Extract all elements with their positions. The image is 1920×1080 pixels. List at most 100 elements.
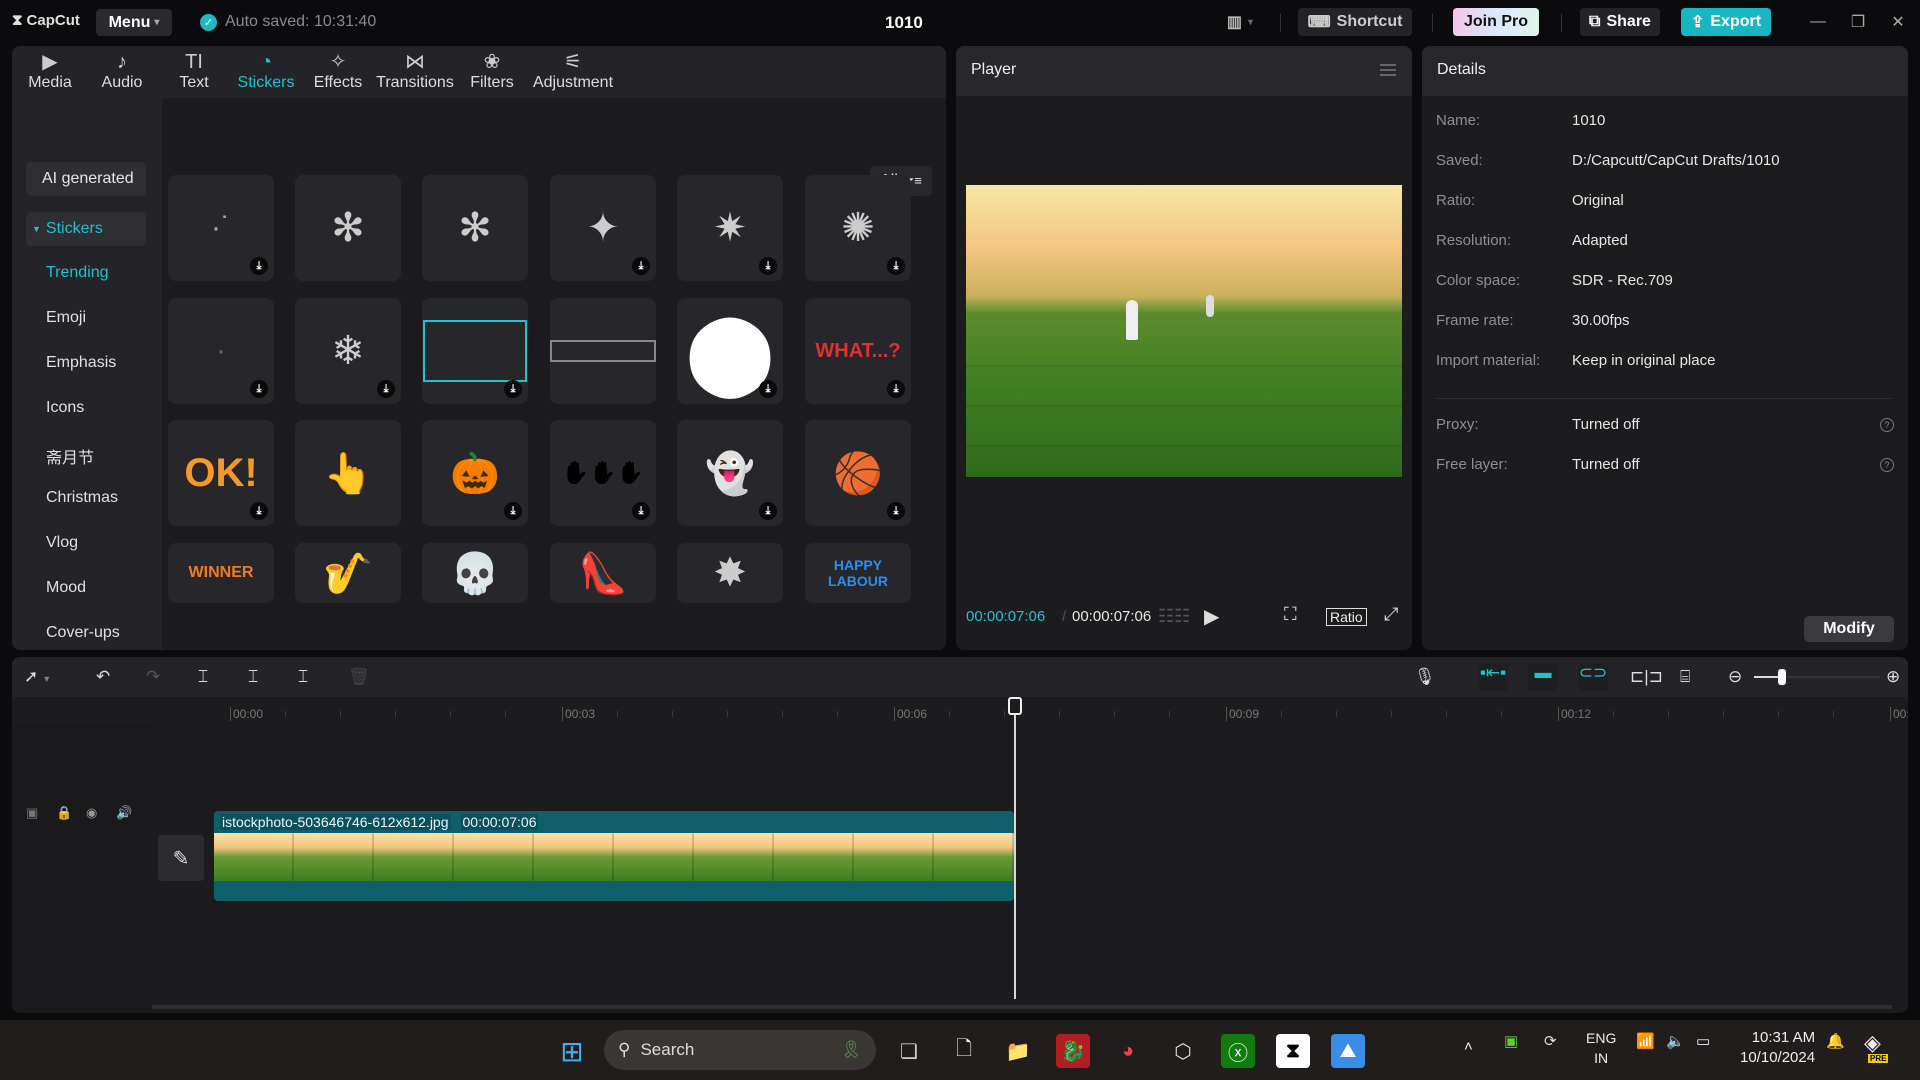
tab-text[interactable]: TI Text [158, 46, 230, 98]
delete-button[interactable]: 🗑 [348, 667, 370, 687]
sticker-sparkle-dots[interactable]: ·˙ ⤓ [168, 175, 274, 281]
category-3[interactable]: Icons [46, 399, 84, 417]
share-button[interactable]: ⧉ Share [1580, 8, 1660, 36]
category-2[interactable]: Emphasis [46, 354, 116, 372]
language-indicator[interactable]: ENG IN [1586, 1028, 1616, 1068]
sticker-white-globe[interactable]: ⬤ ⤓ [677, 298, 783, 404]
sticker-snowflake-glow-2[interactable]: ✻ [422, 175, 528, 281]
category-4[interactable]: 斋月节 [46, 444, 94, 468]
tab-audio[interactable]: ♪ Audio [86, 46, 158, 98]
shortcut-button[interactable]: ⌨ Shortcut [1298, 8, 1412, 36]
stickers-group-toggle[interactable]: ▼ Stickers [26, 212, 146, 246]
xbox-app[interactable]: ⓧ [1221, 1034, 1255, 1068]
download-icon[interactable]: ⤓ [759, 380, 777, 398]
sticker-soft-sparkle[interactable]: ✺ ⤓ [805, 175, 911, 281]
notifications-icon[interactable]: 🔔 [1826, 1032, 1845, 1050]
zoom-preview-button[interactable]: ⛶ [1284, 604, 1297, 625]
volume-icon[interactable]: 🔈 [1666, 1032, 1685, 1050]
zoom-out-button[interactable]: ⊖ [1728, 667, 1742, 687]
download-icon[interactable]: ⤓ [250, 502, 268, 520]
download-icon[interactable]: ⤓ [759, 502, 777, 520]
clock[interactable]: 10:31 AM 10/10/2024 [1740, 1028, 1815, 1068]
file-explorer-app[interactable]: 📁 [1001, 1034, 1035, 1068]
category-5[interactable]: Christmas [46, 489, 118, 507]
category-1[interactable]: Emoji [46, 309, 86, 327]
fullscreen-button[interactable]: ⤢ [1384, 604, 1398, 625]
playhead[interactable] [1014, 701, 1016, 999]
close-button[interactable]: ✕ [1884, 8, 1912, 36]
select-tool-button[interactable]: ➚ ▾ [24, 667, 49, 687]
sticker-pumpkin[interactable]: 🎃 ⤓ [422, 420, 528, 526]
sticker-basketball-hoop[interactable]: 🏀 ⤓ [805, 420, 911, 526]
help-icon[interactable]: ? [1880, 458, 1894, 472]
nvidia-tray-icon[interactable]: ▣ [1504, 1032, 1518, 1050]
download-icon[interactable]: ⤓ [887, 502, 905, 520]
ai-generated-button[interactable]: AI generated [26, 162, 146, 196]
slider-handle[interactable] [1777, 669, 1786, 685]
sticker-statue-crown[interactable]: ✸ [677, 543, 783, 603]
trim-left-button[interactable]: ⌶ [248, 667, 258, 687]
split-preview-button[interactable]: ⊏|⊐ [1630, 667, 1663, 687]
lock-icon[interactable]: 🔒 [56, 805, 72, 821]
download-icon[interactable]: ⤓ [250, 257, 268, 275]
undo-button[interactable]: ↶ [96, 667, 110, 687]
sticker-skull[interactable]: 💀 [422, 543, 528, 603]
download-icon[interactable]: ⤓ [632, 502, 650, 520]
record-audio-button[interactable]: 🎙 [1414, 667, 1436, 687]
sticker-star-sparkle[interactable]: ✦ ⤓ [550, 175, 656, 281]
download-icon[interactable]: ⤓ [377, 380, 395, 398]
tab-stickers[interactable]: ◔ Stickers [230, 46, 302, 98]
unity-app[interactable]: ⬡ [1166, 1034, 1200, 1068]
sticker-ghost[interactable]: 👻 ⤓ [677, 420, 783, 526]
sticker-zombie-hands[interactable]: ✋✋✋ ⤓ [550, 420, 656, 526]
sync-tray-icon[interactable]: ⟳ [1544, 1032, 1557, 1050]
eye-icon[interactable]: ◉ [86, 805, 97, 821]
link-button[interactable]: ⊂⊃ [1578, 663, 1608, 691]
red-app[interactable]: 🐉 [1056, 1034, 1090, 1068]
sticker-snowflake[interactable]: ❄ ⤓ [295, 298, 401, 404]
trim-right-button[interactable]: ⌶ [298, 667, 308, 687]
zoom-in-button[interactable]: ⊕ [1886, 667, 1900, 687]
split-button[interactable]: ⌶ [198, 667, 208, 687]
main-track-magnet-button[interactable]: ▪⇤▪ [1478, 663, 1508, 691]
start-button[interactable]: ⊞ [555, 1034, 589, 1068]
tab-effects[interactable]: ✧ Effects [302, 46, 374, 98]
sticker-gray-rectangle[interactable] [550, 298, 656, 404]
layout-button[interactable]: ▥ ▾ [1220, 8, 1260, 36]
download-icon[interactable]: ⤓ [759, 257, 777, 275]
export-button[interactable]: ⇪ Export [1681, 8, 1771, 36]
battery-icon[interactable]: ▭ [1696, 1032, 1710, 1050]
download-icon[interactable]: ⤓ [632, 257, 650, 275]
sticker-happy-labour[interactable]: HAPPY LABOUR [805, 543, 911, 603]
sticker-snowflake-glow[interactable]: ✻ [295, 175, 401, 281]
speaker-icon[interactable]: 🔊 [116, 805, 132, 821]
hamburger-menu-icon[interactable] [1380, 64, 1396, 76]
category-0[interactable]: Trending [46, 264, 109, 282]
redo-button[interactable]: ↷ [146, 667, 160, 687]
sticker-ok-text[interactable]: OK! ⤓ [168, 420, 274, 526]
download-icon[interactable]: ⤓ [887, 380, 905, 398]
sticker-pink-heels[interactable]: 👠 [550, 543, 656, 603]
ratio-button[interactable]: Ratio [1326, 608, 1367, 626]
wifi-icon[interactable]: 📶 [1636, 1032, 1655, 1050]
timeline-zoom-slider[interactable] [1754, 669, 1880, 685]
show-hidden-icons-button[interactable]: ˄ [1464, 1038, 1473, 1055]
video-preview[interactable] [966, 185, 1402, 477]
menu-button[interactable]: Menu ▾ [96, 9, 172, 36]
taskbar-search[interactable]: ⚲ Search 🎗 [604, 1030, 876, 1070]
sticker-winner-trophy[interactable]: WINNER [168, 543, 274, 603]
tab-filters[interactable]: ❀ Filters [456, 46, 528, 98]
category-7[interactable]: Mood [46, 579, 86, 597]
video-clip[interactable]: istockphoto-503646746-612x612.jpg 00:00:0… [214, 811, 1014, 901]
quality-icon[interactable]: ☷☷ [1158, 606, 1190, 627]
playhead-handle[interactable] [1008, 697, 1022, 715]
modify-button[interactable]: Modify [1804, 616, 1894, 642]
tab-adjustment[interactable]: ⚟ Adjustment [528, 46, 618, 98]
sticker-saxophone[interactable]: 🎷 [295, 543, 401, 603]
copilot-icon[interactable]: ◈ PRE [1864, 1030, 1889, 1063]
category-8[interactable]: Cover-ups [46, 624, 120, 642]
download-icon[interactable]: ⤓ [250, 380, 268, 398]
tab-transitions[interactable]: ⋈ Transitions [374, 46, 456, 98]
notepad-app[interactable]: 🗋 [947, 1034, 981, 1068]
minimize-button[interactable]: — [1804, 8, 1832, 36]
